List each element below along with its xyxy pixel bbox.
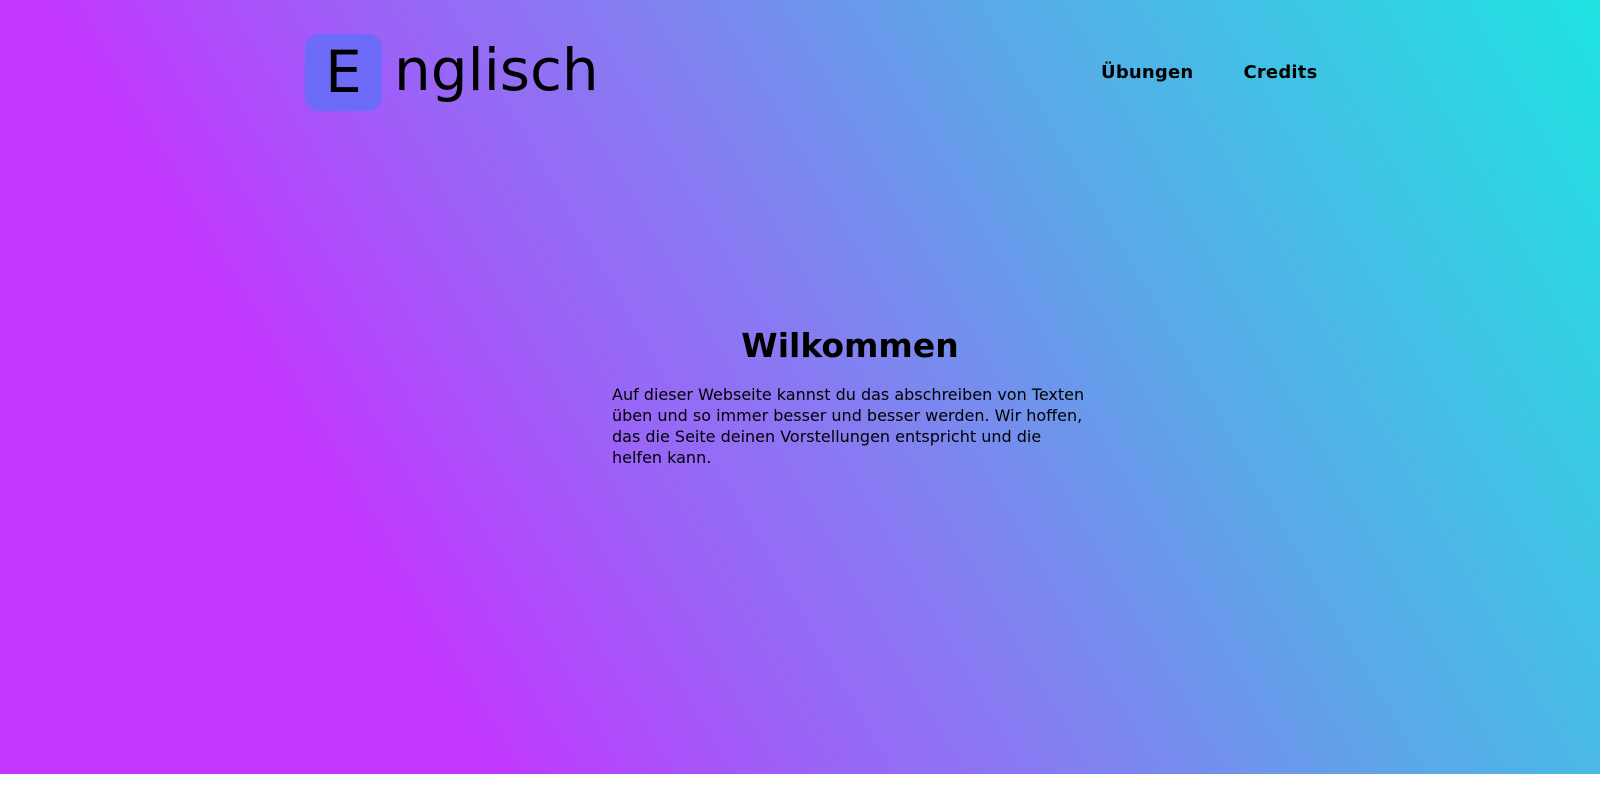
nav-link-credits[interactable]: Credits (1243, 62, 1317, 83)
nav-link-uebungen[interactable]: Übungen (1101, 62, 1193, 83)
site-logo[interactable]: E nglisch (305, 33, 599, 111)
welcome-section: Wilkommen Auf dieser Webseite kannst du … (612, 326, 1100, 468)
welcome-text: Auf dieser Webseite kannst du das abschr… (612, 385, 1085, 467)
page-background: E nglisch Übungen Credits Wilkommen Auf … (0, 0, 1600, 790)
welcome-title: Wilkommen (741, 326, 959, 365)
logo-text: nglisch (394, 36, 599, 104)
logo-letter-badge: E (305, 33, 382, 111)
page-bottom-edge (0, 774, 1600, 790)
main-nav: Übungen Credits (1101, 62, 1318, 83)
